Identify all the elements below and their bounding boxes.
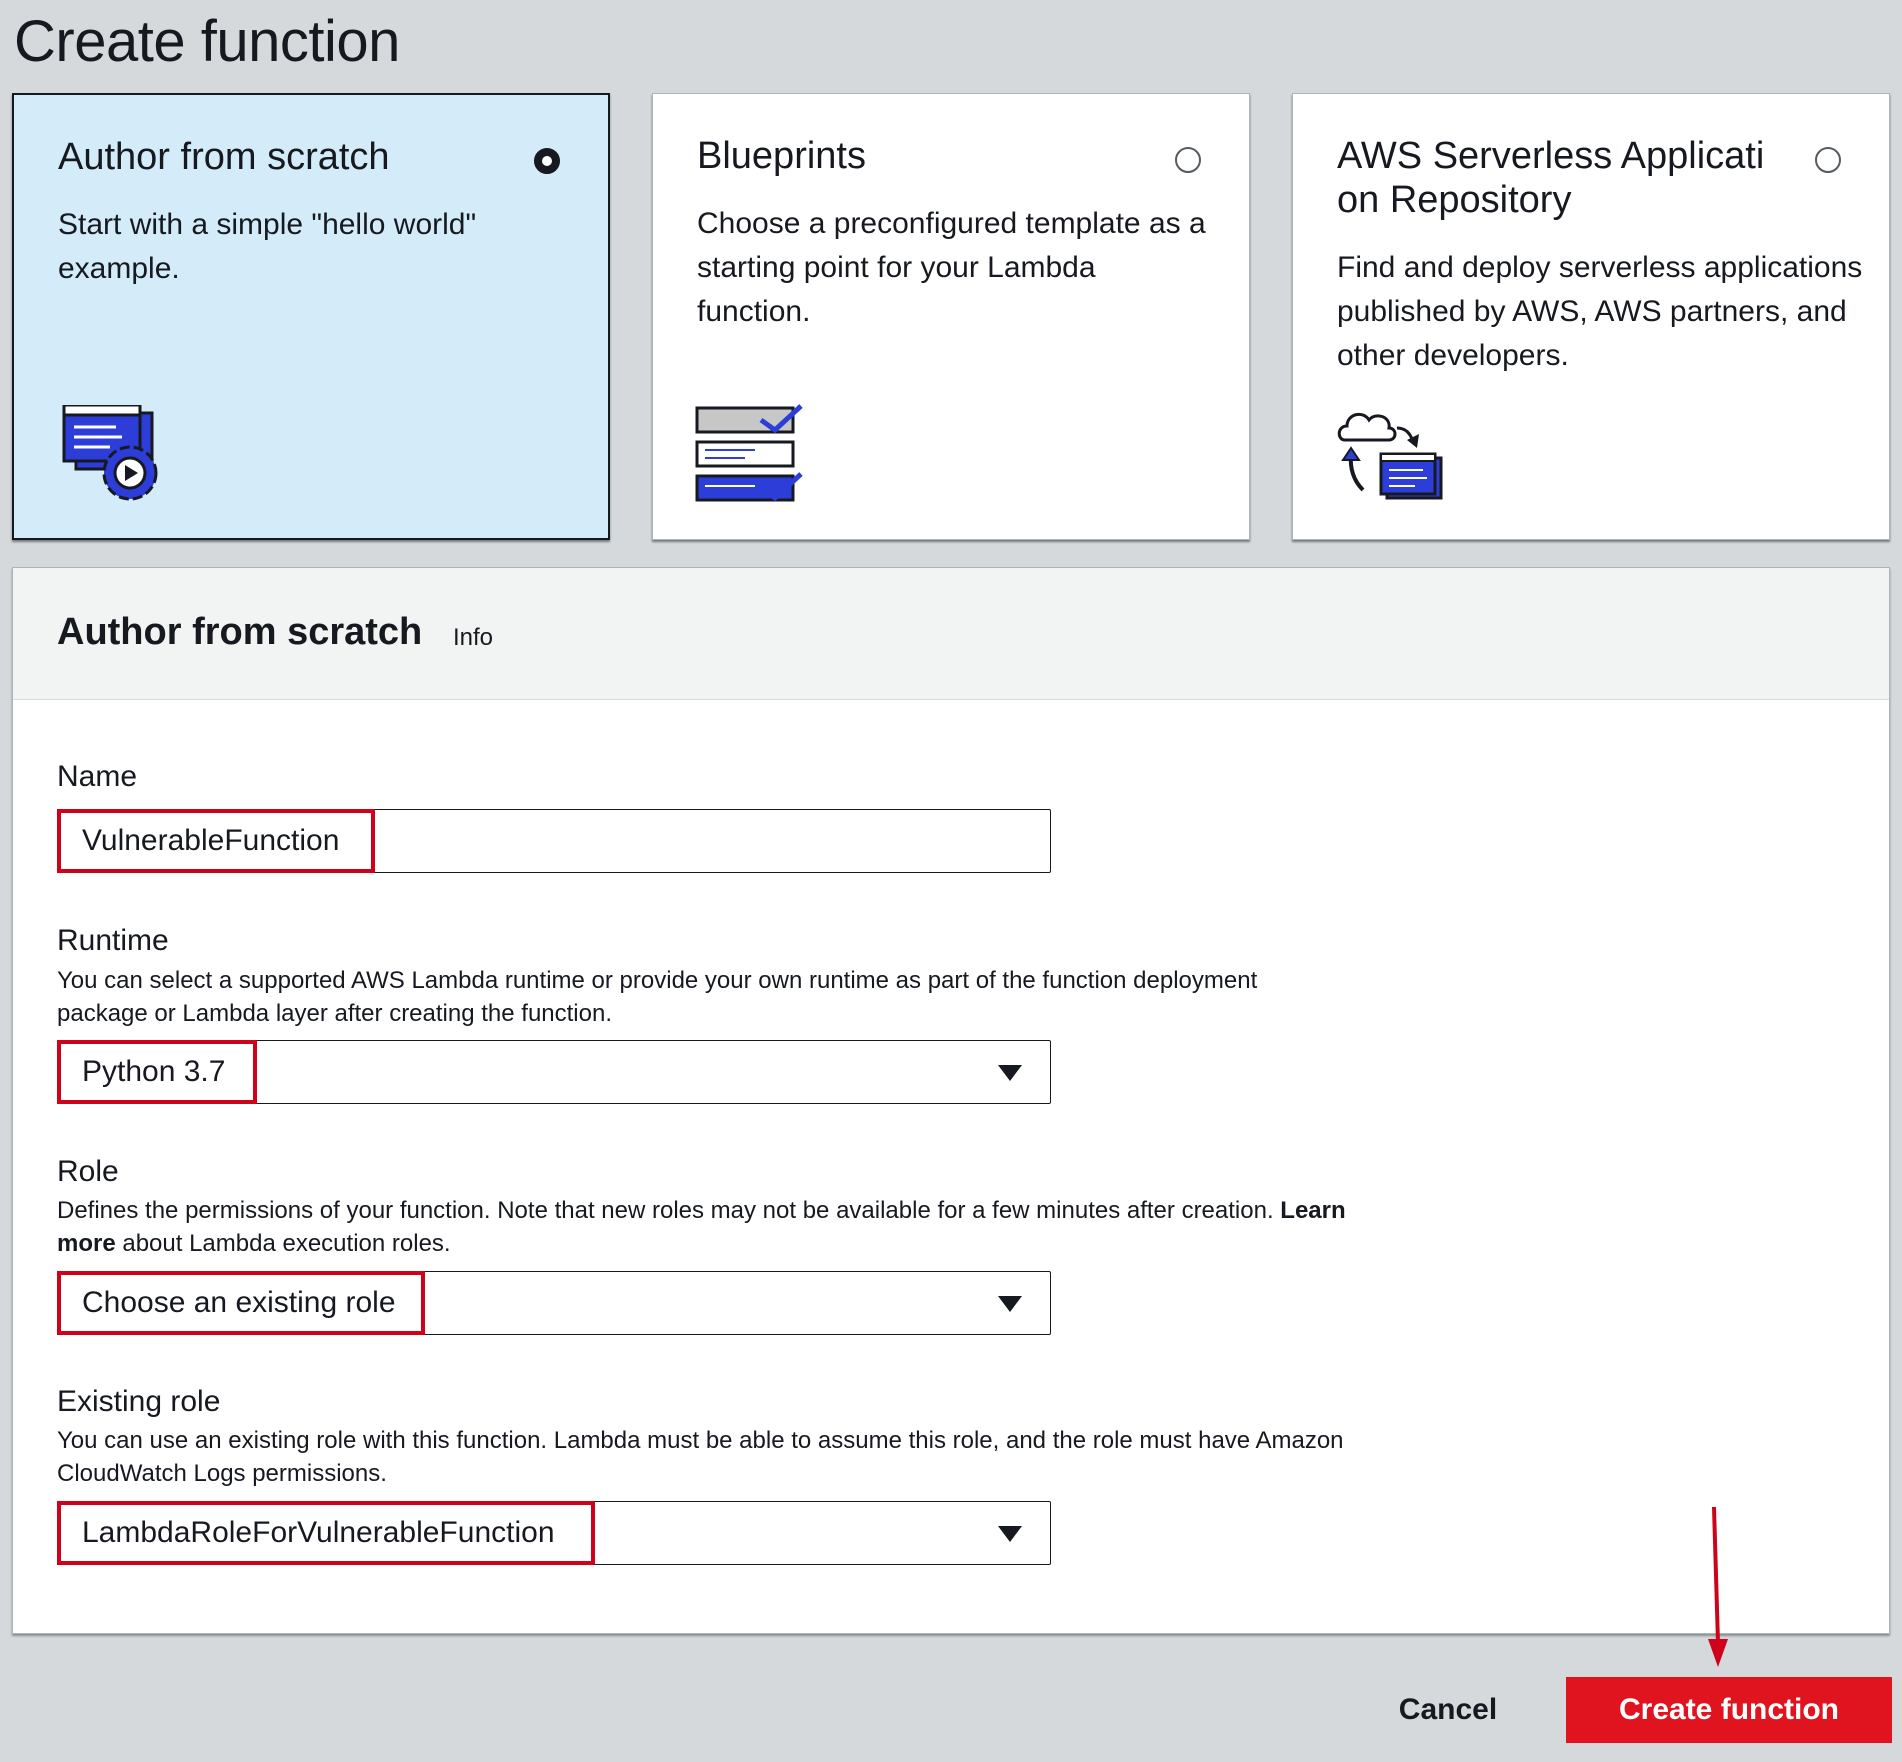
option-description: Find and deploy serverless applications … [1337,251,1863,372]
radio-author-from-scratch[interactable] [534,148,560,174]
option-card-blueprints[interactable]: Blueprints Choose a preconfigured templa… [652,93,1250,540]
role-value: Choose an existing role [82,1286,396,1319]
function-name-value: VulnerableFunction [82,824,340,857]
option-card-author-from-scratch[interactable]: Author from scratch Start with a simple … [12,93,610,540]
role-description: Defines the permissions of your function… [57,1197,1346,1257]
panel-header: Author from scratch Info [13,568,1889,700]
existing-role-label: Existing role [57,1385,221,1418]
option-title: AWS Serverless Applicati on Repository [1337,135,1765,221]
cancel-button[interactable]: Cancel [1378,1682,1518,1738]
editor-gear-icon [62,405,158,501]
radio-serverless-repo[interactable] [1815,147,1841,173]
cloud-sync-icon [1337,412,1443,500]
info-link[interactable]: Info [453,624,493,652]
blueprint-checklist-icon [695,404,803,502]
runtime-value: Python 3.7 [82,1055,226,1088]
existing-role-select[interactable]: LambdaRoleForVulnerableFunction [57,1501,1051,1565]
author-from-scratch-panel: Author from scratch Info Name Vulnerable… [12,567,1890,1634]
function-name-input[interactable]: VulnerableFunction [57,809,1051,873]
chevron-down-icon [998,1065,1022,1081]
create-function-button[interactable]: Create function [1566,1677,1892,1743]
chevron-down-icon [998,1296,1022,1312]
existing-role-value: LambdaRoleForVulnerableFunction [82,1516,555,1549]
runtime-select[interactable]: Python 3.7 [57,1040,1051,1104]
radio-blueprints[interactable] [1175,147,1201,173]
name-label: Name [57,760,138,793]
option-description: Start with a simple "hello world" exampl… [58,208,477,285]
existing-role-description: You can use an existing role with this f… [57,1427,1344,1487]
page-title: Create function [14,9,400,74]
panel-title: Author from scratch [57,611,423,653]
chevron-down-icon [998,1526,1022,1542]
runtime-label: Runtime [57,924,169,957]
role-select[interactable]: Choose an existing role [57,1271,1051,1335]
option-title: Blueprints [697,135,866,177]
role-label: Role [57,1155,119,1188]
runtime-description: You can select a supported AWS Lambda ru… [57,967,1258,1027]
option-description: Choose a preconfigured template as a sta… [697,207,1206,328]
annotation-arrow-icon [1708,1506,1728,1667]
option-title: Author from scratch [58,136,390,178]
option-card-serverless-repo[interactable]: AWS Serverless Applicati on Repository F… [1292,93,1890,540]
